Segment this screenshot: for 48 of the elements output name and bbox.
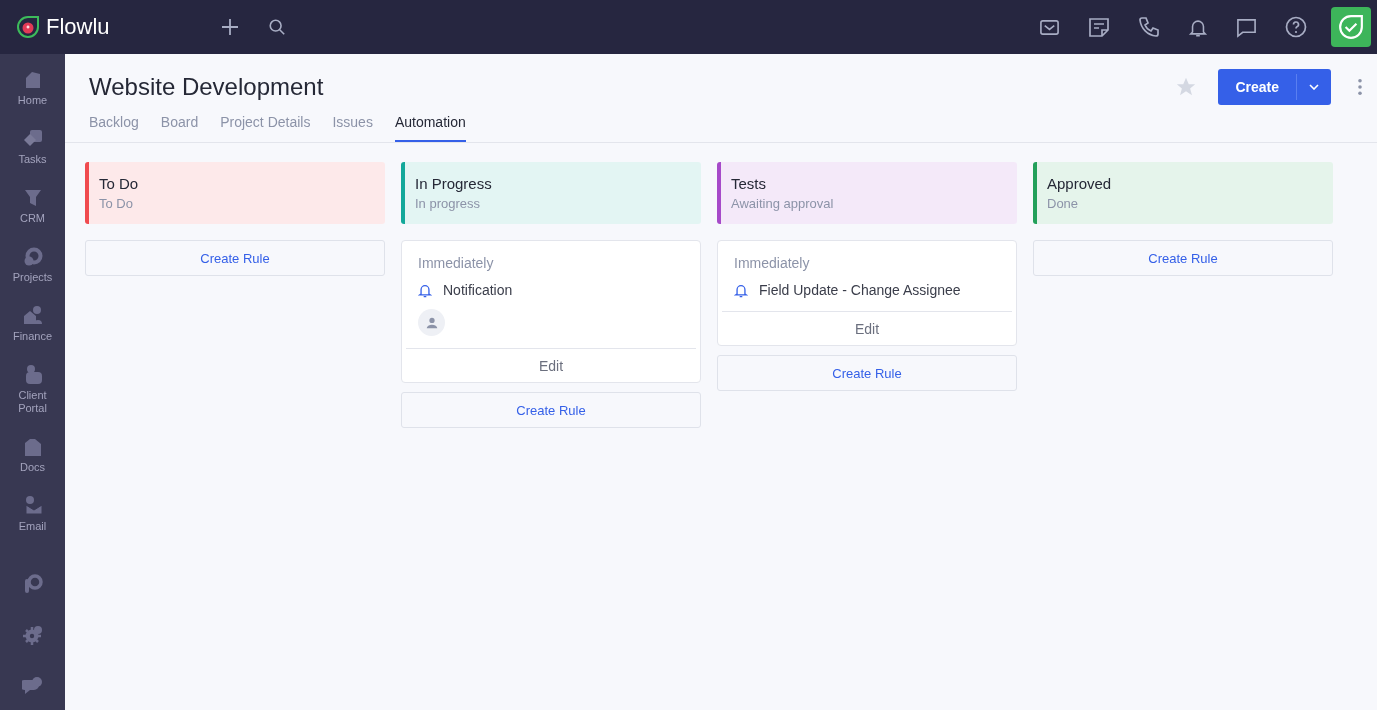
column-title: In Progress (415, 175, 493, 192)
create-rule-button[interactable]: Create Rule (1033, 240, 1333, 276)
column-title: Tests (731, 175, 767, 192)
sidebar-item[interactable]: Home (10, 69, 55, 107)
app-name: Flowlu (46, 14, 110, 40)
help-icon[interactable] (1285, 16, 1307, 38)
sidebar-item[interactable]: Tasks (10, 128, 55, 166)
column-status: In progress (415, 196, 482, 211)
column-status: Done (1047, 196, 1080, 211)
column-title: Approved (1047, 175, 1113, 192)
check-icon (1338, 14, 1364, 40)
note-icon[interactable] (1088, 16, 1110, 38)
column-title: To Do (99, 175, 140, 192)
edit-button[interactable]: Edit (722, 311, 1012, 345)
bell-icon (734, 282, 748, 298)
tab[interactable]: Board (160, 110, 199, 142)
sidebar-item[interactable]: Docs (10, 436, 55, 474)
house-icon (21, 305, 44, 327)
sidebar-item[interactable]: Finance (10, 305, 55, 343)
more-icon[interactable] (1357, 78, 1363, 96)
caret-icon (1309, 84, 1319, 90)
rule-action: Notification (443, 282, 513, 298)
sidebar-item[interactable]: CRM (10, 187, 55, 225)
edit-button[interactable]: Edit (406, 348, 696, 382)
logo-icon (16, 15, 40, 39)
create-rule-button[interactable]: Create Rule (401, 392, 701, 428)
page-title: Website Development (89, 73, 324, 101)
sidebar-item[interactable]: Client Portal (10, 364, 55, 415)
tab[interactable]: Project Details (220, 110, 311, 142)
phone-icon[interactable] (1138, 16, 1160, 38)
tab[interactable]: Backlog (89, 110, 139, 142)
column-status: Awaiting approval (731, 196, 835, 211)
rule-timing: Immediately (733, 255, 811, 271)
account-button[interactable] (1331, 7, 1371, 47)
bell-icon (418, 282, 432, 298)
tab[interactable]: Issues (332, 110, 373, 142)
tab[interactable]: Automation (394, 110, 466, 142)
plus-icon[interactable] (220, 17, 240, 37)
column-status: To Do (99, 196, 134, 211)
create-rule-button[interactable]: Create Rule (717, 355, 1017, 391)
chat-icon[interactable] (1236, 16, 1257, 38)
search-icon[interactable] (268, 18, 286, 36)
sidebar-item[interactable]: Projects (10, 246, 55, 284)
sidebar-item[interactable]: Email (10, 495, 55, 533)
create-rule-button[interactable]: Create Rule (85, 240, 385, 276)
star-icon[interactable] (1175, 76, 1198, 98)
rule-timing: Immediately (417, 255, 495, 271)
rule-action: Field Update - Change Assignee (759, 282, 961, 298)
